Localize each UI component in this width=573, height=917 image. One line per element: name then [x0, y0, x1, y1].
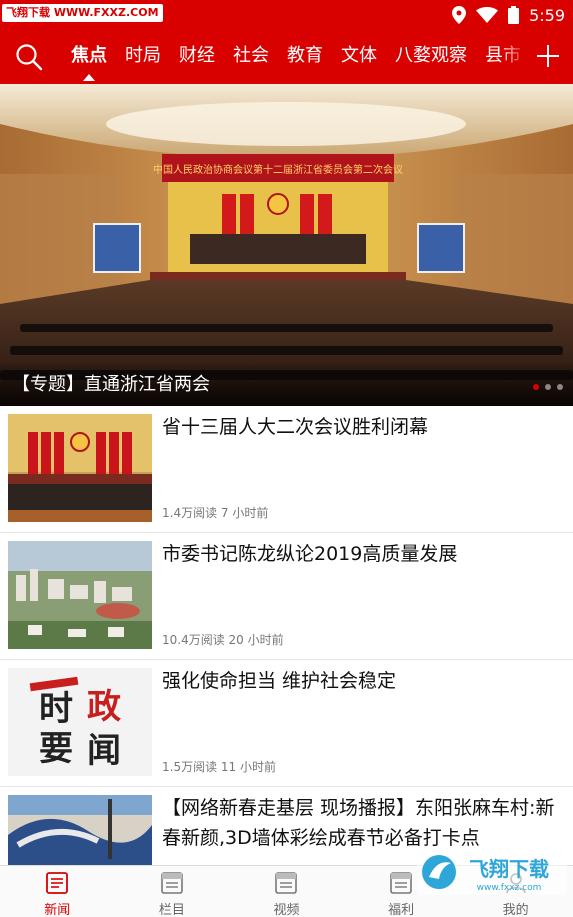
bottom-tab-video[interactable]: 视频 — [229, 866, 344, 917]
banner-pager — [533, 384, 563, 390]
bottom-tab-news[interactable]: 新闻 — [0, 866, 115, 917]
tab-label: 社会 — [233, 45, 269, 66]
bottom-tab-columns[interactable]: 栏目 — [115, 866, 230, 917]
news-list: 省十三届人大二次会议胜利闭幕 1.4万阅读 7 小时前 市委书记陈龙纵论2019… — [0, 406, 573, 914]
news-item[interactable]: 省十三届人大二次会议胜利闭幕 1.4万阅读 7 小时前 — [0, 406, 573, 533]
plus-icon[interactable] — [535, 43, 561, 69]
thumb-char: 要 — [39, 729, 73, 769]
tab-label: 栏目 — [158, 903, 185, 917]
pager-dot — [557, 384, 563, 390]
news-title: 市委书记陈龙纵论2019高质量发展 — [162, 543, 458, 565]
gift-icon — [390, 872, 412, 894]
news-icon — [46, 872, 69, 894]
tab-label: 福利 — [388, 903, 415, 917]
tab-fade — [501, 30, 527, 84]
watermark-logo: 飞翔下载 www.fxxz.com — [417, 849, 567, 895]
tab-label: 新闻 — [44, 903, 71, 917]
banner-image-text: 中国人民政治协商会议第十二届浙江省委员会第二次会议 — [153, 163, 403, 176]
news-title: 【网络新春走基层 现场播报】东阳张麻车村:新春新颜,3D墙体彩绘成春节必备打卡点 — [162, 797, 555, 849]
video-icon — [275, 872, 298, 894]
pager-dot — [533, 384, 539, 390]
tab-label: 视频 — [273, 903, 300, 917]
tab-label: 教育 — [287, 45, 323, 66]
tab-label: 时局 — [125, 45, 161, 66]
featured-banner[interactable]: 中国人民政治协商会议第十二届浙江省委员会第二次会议 【专题】直通浙江省两会 — [0, 84, 573, 406]
watermark-logo-text: 飞翔下载 — [469, 857, 549, 881]
status-bar: 飞翔下载 WWW.FXXZ.COM 5:59 — [0, 0, 573, 30]
tab-jiaodian[interactable]: 焦点 — [62, 30, 116, 84]
status-icons: 5:59 — [452, 0, 565, 30]
channel-tabs: 焦点 时局 财经 社会 教育 文体 八婺观察 县市 — [62, 30, 522, 84]
watermark-logo-url: www.fxxz.com — [477, 883, 542, 893]
thumb-char: 闻 — [87, 731, 121, 771]
news-thumbnail: 时 政 要 闻 — [8, 668, 152, 776]
location-icon — [452, 6, 467, 24]
tab-shiju[interactable]: 时局 — [116, 30, 170, 84]
tab-label: 我的 — [502, 903, 529, 917]
news-meta: 10.4万阅读 20 小时前 — [162, 633, 284, 647]
tab-jiaoyu[interactable]: 教育 — [278, 30, 332, 84]
banner-caption: 【专题】直通浙江省两会 — [12, 374, 210, 395]
tab-label: 八婺观察 — [395, 45, 467, 66]
news-title: 省十三届人大二次会议胜利闭幕 — [162, 416, 429, 438]
search-icon[interactable] — [14, 42, 44, 72]
thumb-char: 时 — [39, 689, 73, 729]
news-thumbnail — [8, 414, 152, 522]
news-meta: 1.5万阅读 11 小时前 — [162, 760, 276, 774]
battery-icon — [508, 6, 520, 24]
tab-label: 焦点 — [71, 45, 107, 66]
pager-dot — [545, 384, 551, 390]
tab-shehui[interactable]: 社会 — [224, 30, 278, 84]
tab-label: 文体 — [341, 45, 377, 66]
watermark-badge: 飞翔下载 WWW.FXXZ.COM — [2, 4, 163, 22]
clock-time: 5:59 — [529, 5, 565, 25]
news-item[interactable]: 时 政 要 闻 强化使命担当 维护社会稳定 1.5万阅读 11 小时前 — [0, 660, 573, 787]
top-nav: 焦点 时局 财经 社会 教育 文体 八婺观察 县市 — [0, 30, 573, 84]
thumb-char: 政 — [87, 687, 121, 727]
tab-caijing[interactable]: 财经 — [170, 30, 224, 84]
news-meta: 1.4万阅读 7 小时前 — [162, 506, 269, 520]
news-item[interactable]: 市委书记陈龙纵论2019高质量发展 10.4万阅读 20 小时前 — [0, 533, 573, 660]
wifi-icon — [476, 7, 499, 23]
active-tab-indicator — [83, 74, 95, 81]
column-icon — [161, 872, 183, 894]
banner-image: 中国人民政治协商会议第十二届浙江省委员会第二次会议 — [0, 84, 573, 406]
news-title: 强化使命担当 维护社会稳定 — [162, 670, 397, 692]
tab-label: 财经 — [179, 45, 215, 66]
tab-wenti[interactable]: 文体 — [332, 30, 386, 84]
tab-bawu-guancha[interactable]: 八婺观察 — [386, 30, 476, 84]
news-thumbnail — [8, 541, 152, 649]
